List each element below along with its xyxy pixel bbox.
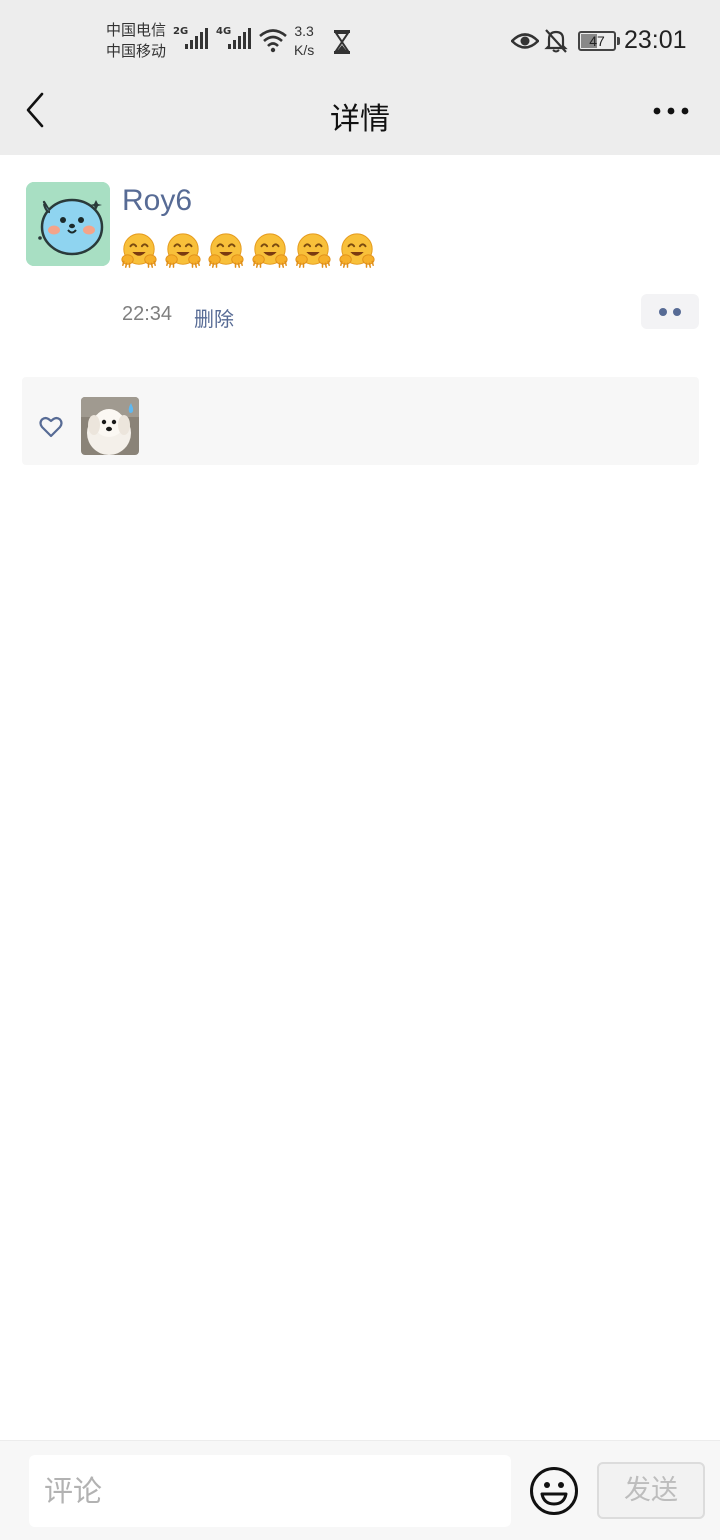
battery-percent: 47 [589, 33, 605, 49]
more-dots-icon[interactable] [646, 96, 696, 126]
post-content [120, 232, 381, 272]
page-title: 详情 [330, 102, 390, 137]
nav-header: 详情 [0, 80, 720, 155]
hugging-face-emoji [295, 233, 331, 268]
hugging-face-emoji [251, 233, 288, 268]
heart-outline-icon [39, 416, 63, 438]
hugging-face-emoji [121, 233, 157, 268]
puppy-avatar-image [81, 397, 139, 455]
avatar[interactable] [26, 182, 110, 266]
smiley-icon[interactable] [529, 1466, 579, 1516]
network-speed: 3.3 K/s [294, 22, 314, 60]
send-button[interactable]: 发送 [597, 1462, 705, 1519]
liker-avatar[interactable] [81, 397, 139, 455]
signal-icon [228, 28, 251, 49]
status-time: 23:01 [624, 26, 687, 54]
hugging-face-emoji [164, 233, 201, 268]
comment-bar: 发送 [0, 1440, 720, 1540]
author-name[interactable]: Roy6 [122, 184, 192, 218]
hugging-face-emoji [208, 233, 244, 268]
moments-detail-screen: 中国电信 中国移动 2G 4G 3.3 K/s 47 23:01 详情 Roy6… [0, 0, 720, 1540]
delete-link[interactable]: 删除 [194, 303, 234, 332]
speed-unit: K/s [294, 42, 315, 58]
carrier-2-label: 中国移动 [106, 42, 167, 60]
battery-icon: 47 [578, 31, 616, 51]
comment-input[interactable] [29, 1455, 511, 1527]
battery-cap [617, 37, 620, 45]
carrier-labels: 中国电信 中国移动 [106, 20, 166, 62]
eye-icon [511, 33, 539, 49]
hugging-face-emoji [338, 233, 375, 268]
seal-avatar-image [26, 182, 110, 266]
signal-icon [185, 28, 208, 49]
status-bar: 中国电信 中国移动 2G 4G 3.3 K/s 47 23:01 [0, 0, 720, 80]
hourglass-icon [334, 30, 350, 54]
bell-off-icon [544, 29, 568, 53]
post-time: 22:34 [122, 303, 173, 325]
two-dots-icon[interactable] [641, 294, 699, 329]
likes-panel [22, 377, 699, 465]
wifi-icon [259, 29, 287, 53]
speed-value: 3.3 [294, 23, 314, 39]
carrier-1-label: 中国电信 [106, 21, 167, 39]
